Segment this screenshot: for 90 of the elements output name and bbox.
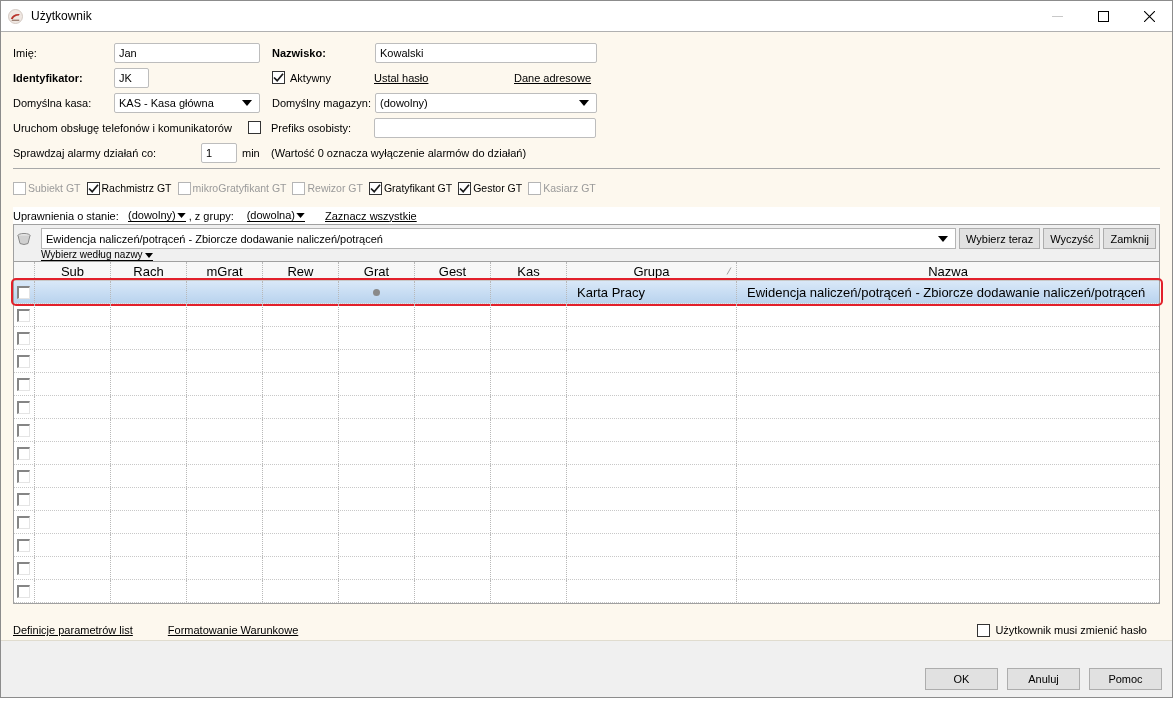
- row-checkbox[interactable]: [17, 308, 30, 322]
- checkbox-label: Aktywny: [290, 71, 331, 84]
- filter-label: , z grupy:: [188, 209, 235, 222]
- link[interactable]: Definicje parametrów list: [13, 624, 133, 636]
- checkbox-label: Rachmistrz GT: [101, 182, 172, 194]
- module-checkbox[interactable]: [86, 181, 100, 195]
- filter-label: Uprawnienia o stanie:: [13, 209, 120, 222]
- field-label: Domyślna kasa:: [13, 96, 93, 109]
- row-checkbox[interactable]: [17, 446, 30, 460]
- row-checkbox[interactable]: [17, 492, 30, 506]
- input-field[interactable]: JK: [114, 67, 149, 88]
- checkbox[interactable]: [977, 623, 991, 637]
- checkmark-icon: [87, 182, 99, 194]
- column-header[interactable]: Rew: [263, 262, 339, 280]
- field-label: Nazwisko:: [272, 46, 327, 59]
- checkbox[interactable]: [272, 71, 285, 84]
- hint-text: (Wartość 0 oznacza wyłączenie alarmów do działań): [271, 146, 527, 159]
- close-icon: [1143, 10, 1155, 22]
- row-checkbox[interactable]: [17, 561, 30, 575]
- checkbox-label: Uruchom obsługę telefonów i komunikatorów: [13, 121, 233, 134]
- toolbar-button[interactable]: Wybierz teraz: [959, 228, 1041, 249]
- field-label: Identyfikator:: [13, 71, 84, 84]
- row-checkbox[interactable]: [17, 538, 30, 552]
- input-field[interactable]: Jan: [114, 42, 260, 63]
- link[interactable]: Ustal hasło: [374, 71, 514, 84]
- caret-icon: [242, 99, 252, 106]
- dialog-button[interactable]: Pomoc: [1089, 668, 1162, 690]
- column-header[interactable]: Kas: [491, 262, 567, 280]
- dropdown-field[interactable]: KAS - Kasa główna: [114, 92, 260, 113]
- column-header[interactable]: Gest: [415, 262, 491, 280]
- caret-icon: [579, 99, 589, 106]
- checkbox-label: Subiekt GT: [28, 182, 81, 194]
- checkmark-icon: [369, 182, 381, 194]
- input-field[interactable]: 1: [201, 142, 237, 163]
- row-checkbox[interactable]: [17, 331, 30, 345]
- module-checkbox[interactable]: [458, 181, 472, 195]
- bucket-icon: [17, 231, 31, 246]
- group-dropdown[interactable]: (dowolna): [246, 209, 305, 222]
- unit-label: min: [242, 146, 261, 159]
- checkmark-icon: [459, 182, 471, 194]
- row-checkbox[interactable]: [17, 354, 30, 368]
- column-header[interactable]: mGrat: [187, 262, 263, 280]
- table-cell-text: Ewidencja naliczeń/potrąceń - Zbiorcze dodawanie naliczeń/potrąceń: [746, 283, 1147, 302]
- module-checkbox[interactable]: [368, 181, 382, 195]
- input-field[interactable]: [374, 117, 596, 138]
- row-checkbox[interactable]: [17, 285, 30, 299]
- dialog-button[interactable]: OK: [925, 668, 998, 690]
- checkbox-label: Użytkownik musi zmienić hasło: [995, 624, 1147, 636]
- row-checkbox[interactable]: [17, 515, 30, 529]
- toolbar-button[interactable]: Zamknij: [1103, 228, 1156, 249]
- field-label: Domyślny magazyn:: [272, 96, 373, 109]
- window-title: Użytkownik: [31, 9, 92, 23]
- row-checkbox[interactable]: [17, 377, 30, 391]
- field-label: Sprawdzaj alarmy działań co:: [13, 146, 158, 159]
- dropdown-field[interactable]: (dowolny): [375, 92, 597, 113]
- checkbox-label: Gestor GT: [473, 182, 523, 194]
- input-field[interactable]: Kowalski: [375, 42, 597, 63]
- field-label: Imię:: [13, 46, 38, 59]
- row-checkbox[interactable]: [17, 469, 30, 483]
- checkbox-label: Rewizor GT: [307, 182, 363, 194]
- app-logo-icon: [8, 8, 23, 24]
- link[interactable]: Formatowanie Warunkowe: [167, 624, 299, 636]
- maximize-icon: [1097, 10, 1109, 22]
- table-cell: Karta Pracy: [567, 281, 737, 303]
- select-all-link[interactable]: Zaznacz wszystkie: [325, 209, 417, 222]
- column-header[interactable]: Sub: [35, 262, 111, 280]
- checkbox-label: Kasiarz GT: [543, 182, 596, 194]
- mode-dropdown[interactable]: Wybierz według nazwy: [41, 250, 153, 261]
- column-header[interactable]: Grat: [339, 262, 415, 280]
- caret-icon: [144, 252, 153, 258]
- toolbar-button[interactable]: Wyczyść: [1043, 228, 1101, 249]
- caret-icon: [296, 212, 305, 218]
- row-checkbox[interactable]: [17, 400, 30, 414]
- function-dropdown[interactable]: Ewidencja naliczeń/potrąceń - Zbiorcze dodawanie naliczeń/potrąceń: [41, 228, 956, 249]
- field-label: Prefiks osobisty:: [271, 121, 353, 134]
- link[interactable]: Dane adresowe: [514, 71, 592, 84]
- checkbox[interactable]: [248, 121, 261, 134]
- state-dropdown[interactable]: (dowolny): [128, 209, 186, 222]
- table-row[interactable]: [14, 304, 1159, 327]
- checkmark-icon: [273, 72, 284, 83]
- column-header[interactable]: Nazwa: [737, 262, 1159, 280]
- row-checkbox[interactable]: [17, 423, 30, 437]
- column-header[interactable]: Rach: [111, 262, 187, 280]
- row-checkbox[interactable]: [17, 584, 30, 598]
- caret-icon: [938, 235, 948, 242]
- checkbox-label: Gratyfikant GT: [383, 182, 453, 194]
- dialog-button[interactable]: Anuluj: [1007, 668, 1080, 690]
- caret-icon: [176, 212, 186, 218]
- checkbox-label: mikroGratyfikant GT: [192, 182, 287, 194]
- column-header[interactable]: Grupa: [567, 262, 737, 280]
